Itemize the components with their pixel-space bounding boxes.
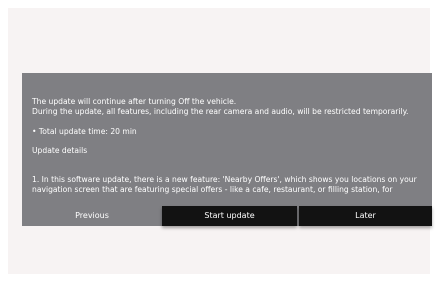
- update-dialog: The update will continue after turning O…: [22, 73, 432, 226]
- message-line-2: During the update, all features, includi…: [32, 107, 409, 116]
- start-update-button[interactable]: Start update: [162, 206, 297, 226]
- previous-button[interactable]: Previous: [22, 206, 162, 226]
- message-line-1: The update will continue after turning O…: [32, 97, 237, 106]
- button-bar: Previous Start update Later: [22, 206, 432, 230]
- later-button[interactable]: Later: [299, 206, 432, 226]
- update-details-label: Update details: [32, 146, 88, 155]
- detail-line-1: 1. In this software update, there is a n…: [32, 175, 417, 184]
- detail-line-2: navigation screen that are featuring spe…: [32, 185, 393, 194]
- total-update-time: • Total update time: 20 min: [32, 127, 137, 136]
- dialog-message: The update will continue after turning O…: [32, 97, 430, 195]
